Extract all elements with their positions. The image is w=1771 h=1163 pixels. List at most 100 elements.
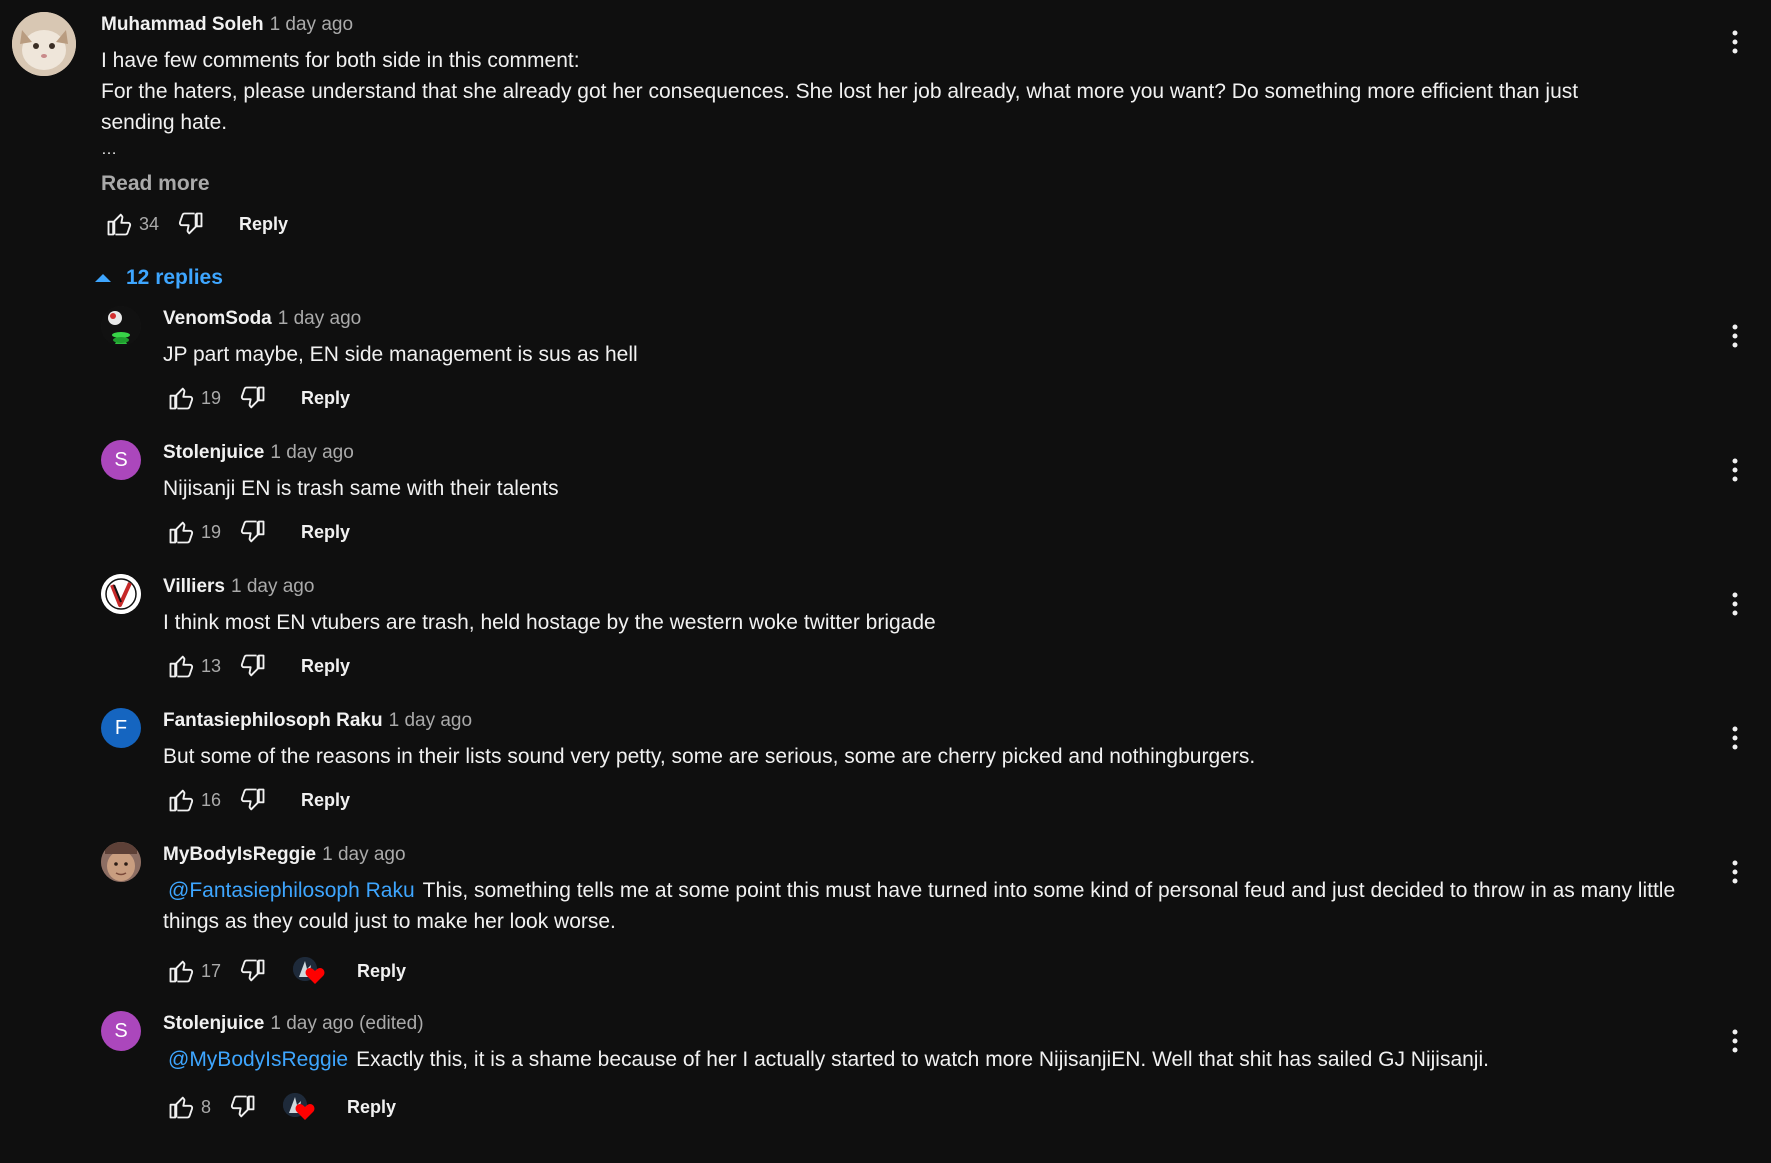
dislike-button[interactable] [235, 648, 271, 684]
avatar[interactable] [101, 842, 141, 882]
author-name[interactable]: Stolenjuice [163, 442, 264, 463]
more-actions-button[interactable] [1717, 24, 1753, 60]
comment-actions: 16 Reply [163, 780, 1703, 820]
dislike-button[interactable] [235, 380, 271, 416]
thumb-down-icon [240, 520, 265, 543]
like-count: 16 [201, 789, 222, 810]
avatar[interactable]: S [101, 1011, 141, 1051]
reply-button[interactable]: Reply [347, 1097, 396, 1118]
reply-button[interactable]: Reply [301, 656, 350, 677]
author-name[interactable]: MyBodyIsReggie [163, 844, 316, 865]
more-vert-icon [1732, 458, 1738, 482]
dislike-button[interactable] [225, 1089, 261, 1125]
comment-text: JP part maybe, EN side management is sus… [163, 343, 638, 366]
avatar[interactable] [12, 12, 76, 76]
mention-link[interactable]: @MyBodyIsReggie [168, 1048, 348, 1071]
comment-actions: 8 Reply [163, 1087, 1703, 1127]
thumb-up-icon [169, 521, 194, 544]
avatar[interactable] [101, 306, 141, 346]
more-actions-button[interactable] [1717, 720, 1753, 756]
like-button[interactable] [163, 1089, 199, 1125]
reply-comment: MyBodyIsReggie 1 day ago @Fantasiephiloso… [101, 842, 1771, 991]
thumb-up-icon [169, 960, 194, 983]
timestamp[interactable]: 1 day ago (edited) [270, 1013, 423, 1034]
timestamp[interactable]: 1 day ago [231, 576, 314, 597]
comment-body: Stolenjuice 1 day ago (edited) @MyBodyIsR… [163, 1011, 1703, 1127]
avatar-letter: S [114, 448, 128, 471]
like-button[interactable] [163, 648, 199, 684]
like-button[interactable] [101, 206, 137, 242]
avatar[interactable]: F [101, 708, 141, 748]
dislike-button[interactable] [173, 206, 209, 242]
cat-avatar-image [12, 12, 76, 76]
comment-actions: 17 Reply [163, 951, 1703, 991]
more-vert-icon [1732, 324, 1738, 348]
timestamp[interactable]: 1 day ago [322, 844, 405, 865]
dislike-button[interactable] [235, 953, 271, 989]
thumb-down-icon [240, 788, 265, 811]
dislike-button[interactable] [235, 782, 271, 818]
like-count: 34 [139, 213, 160, 234]
thumb-up-icon [107, 213, 132, 236]
replies-toggle[interactable]: 12 replies [92, 258, 1771, 298]
avatar[interactable] [101, 574, 141, 614]
more-actions-button[interactable] [1717, 318, 1753, 354]
author-name[interactable]: Stolenjuice [163, 1013, 264, 1034]
comment-text: @Fantasiephilosoph Raku This, something t… [163, 875, 1703, 937]
more-actions-button[interactable] [1717, 854, 1753, 890]
like-count: 8 [201, 1096, 212, 1117]
like-button[interactable] [163, 380, 199, 416]
author-name[interactable]: Fantasiephilosoph Raku [163, 710, 383, 731]
timestamp[interactable]: 1 day ago [278, 308, 361, 329]
comment-header: MyBodyIsReggie 1 day ago [163, 842, 1703, 868]
timestamp[interactable]: 1 day ago [270, 442, 353, 463]
reply-comment: S Stolenjuice 1 day ago (edited) @MyBodyI… [101, 1011, 1771, 1127]
timestamp[interactable]: 1 day ago [270, 14, 353, 35]
like-button[interactable] [163, 953, 199, 989]
reply-button[interactable]: Reply [357, 961, 406, 982]
comment-header: VenomSoda 1 day ago [163, 306, 1703, 332]
read-more-button[interactable]: Read more [101, 172, 210, 196]
thumb-down-icon [230, 1095, 255, 1118]
comment-body: VenomSoda 1 day ago JP part maybe, EN sid… [163, 306, 1703, 418]
more-vert-icon [1732, 1029, 1738, 1053]
creator-heart-badge [281, 1089, 317, 1125]
comment-body: Stolenjuice 1 day ago Nijisanji EN is tra… [163, 440, 1703, 552]
like-count: 19 [201, 521, 222, 542]
dislike-button[interactable] [235, 514, 271, 550]
author-name[interactable]: Muhammad Soleh [101, 14, 264, 35]
comment-header: Stolenjuice 1 day ago (edited) [163, 1011, 1703, 1037]
like-button[interactable] [163, 514, 199, 550]
comment-text-content: Exactly this, it is a shame because of h… [356, 1048, 1489, 1071]
reply-comment: S Stolenjuice 1 day ago Nijisanji EN is t… [101, 440, 1771, 552]
thumb-up-icon [169, 387, 194, 410]
avatar[interactable]: S [101, 440, 141, 480]
more-actions-button[interactable] [1717, 1023, 1753, 1059]
comment-header: Stolenjuice 1 day ago [163, 440, 1703, 466]
more-vert-icon [1732, 726, 1738, 750]
face-avatar-image [101, 842, 141, 882]
reply-button[interactable]: Reply [239, 214, 288, 235]
comment-body: Villiers 1 day ago I think most EN vtuber… [163, 574, 1703, 686]
plant-avatar-image [101, 306, 141, 346]
avatar-letter: F [114, 716, 128, 739]
comment-header: Villiers 1 day ago [163, 574, 1703, 600]
reply-button[interactable]: Reply [301, 522, 350, 543]
comment-body: MyBodyIsReggie 1 day ago @Fantasiephiloso… [163, 842, 1703, 991]
avatar-letter: S [114, 1019, 128, 1042]
author-name[interactable]: VenomSoda [163, 308, 272, 329]
more-actions-button[interactable] [1717, 586, 1753, 622]
v-logo-avatar-image [101, 574, 141, 614]
like-button[interactable] [163, 782, 199, 818]
like-count: 13 [201, 655, 222, 676]
timestamp[interactable]: 1 day ago [389, 710, 472, 731]
main-comment: Muhammad Soleh 1 day ago I have few comme… [0, 0, 1771, 244]
more-actions-button[interactable] [1717, 452, 1753, 488]
mention-link[interactable]: @Fantasiephilosoph Raku [168, 879, 415, 902]
thumb-up-icon [169, 655, 194, 678]
truncation-ellipsis: … [101, 141, 117, 158]
comment-text: @MyBodyIsReggie Exactly this, it is a sha… [163, 1044, 1703, 1075]
author-name[interactable]: Villiers [163, 576, 225, 597]
reply-button[interactable]: Reply [301, 790, 350, 811]
reply-button[interactable]: Reply [301, 388, 350, 409]
